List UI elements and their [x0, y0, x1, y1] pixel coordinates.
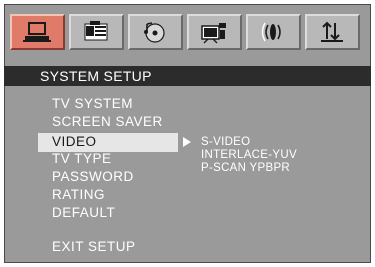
language-icon	[84, 21, 108, 41]
submenu-arrow-icon	[183, 137, 191, 147]
menu-item-video[interactable]: VIDEO	[52, 134, 97, 149]
menu-item-rating[interactable]: RATING	[52, 186, 163, 204]
submenu-item-p-scan-ypbpr[interactable]: P-SCAN YPBPR	[201, 162, 297, 175]
setup-menu: TV SYSTEM SCREEN SAVER TV TYPE PASSWORD …	[52, 95, 163, 222]
video-icon	[201, 23, 227, 44]
tab-system[interactable]	[10, 14, 65, 50]
submenu-item-s-video[interactable]: S-VIDEO	[201, 136, 297, 149]
speaker-icon	[262, 22, 281, 42]
submenu-item-interlace-yuv[interactable]: INTERLACE-YUV	[201, 149, 297, 162]
exit-setup-button[interactable]: EXIT SETUP	[52, 239, 136, 254]
system-icon	[23, 22, 52, 42]
tab-video[interactable]	[187, 14, 242, 50]
audio-disc-icon	[144, 22, 165, 43]
menu-item-tv-type[interactable]: TV TYPE	[52, 150, 163, 168]
tab-preference[interactable]	[305, 14, 360, 50]
menu-item-screen-saver[interactable]: SCREEN SAVER	[52, 113, 163, 131]
tab-speaker[interactable]	[246, 14, 301, 50]
section-header: SYSTEM SETUP	[4, 66, 371, 86]
video-submenu: S-VIDEO INTERLACE-YUV P-SCAN YPBPR	[201, 136, 297, 175]
tab-audio[interactable]	[128, 14, 183, 50]
preference-icon	[321, 21, 344, 42]
tab-language[interactable]	[69, 14, 124, 50]
menu-item-password[interactable]: PASSWORD	[52, 168, 163, 186]
tab-bar	[10, 14, 364, 58]
menu-item-tv-system[interactable]: TV SYSTEM	[52, 95, 163, 113]
page-title: SYSTEM SETUP	[40, 68, 152, 84]
menu-item-default[interactable]: DEFAULT	[52, 204, 163, 222]
